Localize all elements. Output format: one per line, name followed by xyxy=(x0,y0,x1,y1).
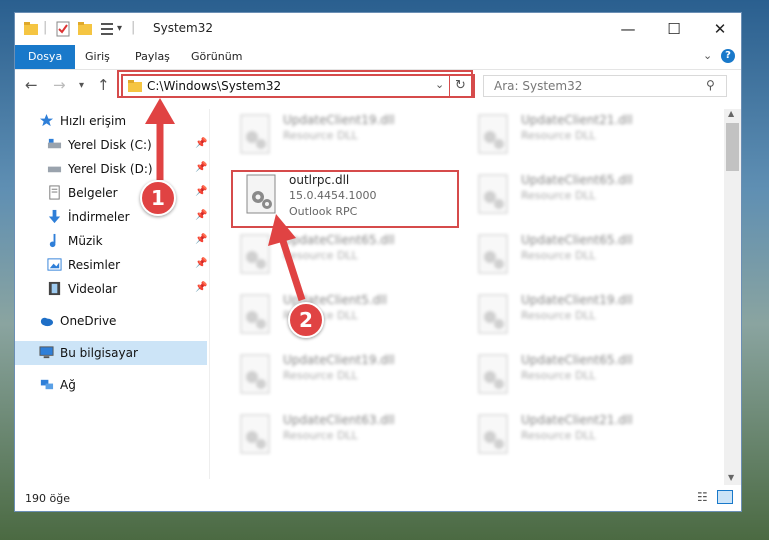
step-badge-1: 1 xyxy=(140,180,176,216)
arrow-overlay xyxy=(145,98,306,302)
step-badge-2: 2 xyxy=(288,302,324,338)
arrow-1-head xyxy=(145,98,175,124)
arrow-2-shaft xyxy=(278,236,306,302)
arrow-2-head xyxy=(268,214,296,246)
